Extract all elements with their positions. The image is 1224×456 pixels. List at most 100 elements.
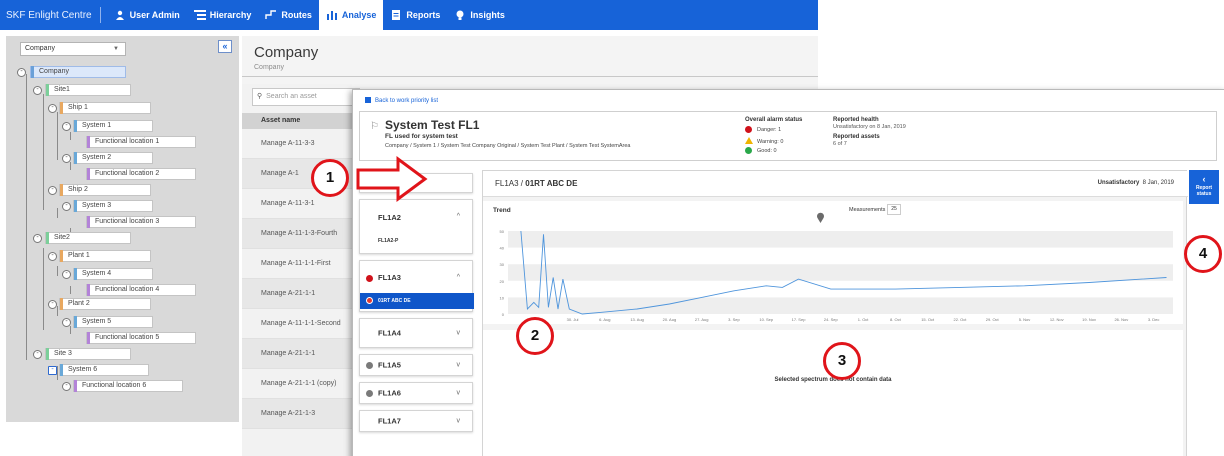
back-icon [365, 97, 371, 103]
asset-row[interactable]: Manage A-21-1-1 [242, 339, 352, 369]
tree-node[interactable]: Plant 1 [59, 250, 151, 262]
measurements-label: Measurements [849, 207, 886, 213]
report-status-button[interactable]: ‹ Report status [1189, 170, 1219, 204]
collapse-panel-button[interactable]: « [218, 40, 232, 53]
x-tick-label: 22. Oct [953, 317, 967, 322]
measurements-count-input[interactable]: 25 [887, 204, 901, 215]
fl-item-fl1a5[interactable]: FL1A5 v [359, 354, 473, 376]
nav-insights-label: Insights [470, 10, 505, 20]
tree-toggle[interactable]: - [33, 86, 42, 95]
annotation-marker-1: 1 [311, 159, 349, 197]
fl-child-label[interactable]: FL1A2-P [378, 238, 398, 244]
nav-hierarchy[interactable]: Hierarchy [187, 0, 259, 30]
tree-node[interactable]: Functional location 5 [86, 332, 196, 344]
tree-node[interactable]: Functional location 6 [73, 380, 183, 392]
tree-node[interactable]: Plant 2 [59, 298, 151, 310]
tree-node[interactable]: Functional location 4 [86, 284, 196, 296]
tree-node[interactable]: Functional location 1 [86, 136, 196, 148]
tree-node[interactable]: Site 3 [45, 348, 131, 360]
asset-row[interactable]: Manage A-11-1-1-First [242, 249, 352, 279]
tree-node[interactable]: System 5 [73, 316, 153, 328]
tree-node[interactable]: System 2 [73, 152, 153, 164]
chevron-up-icon: ^ [456, 274, 460, 281]
asset-row[interactable]: Manage A-21-1-3 [242, 399, 352, 429]
chevron-down-icon: v [456, 361, 461, 369]
asset-row[interactable]: Manage A-11-1-3-Fourth [242, 219, 352, 249]
nav-routes[interactable]: Routes [258, 0, 319, 30]
tree-toggle[interactable]: - [48, 104, 57, 113]
y-tick-label: 10 [500, 295, 505, 300]
tree-toggle[interactable]: - [33, 234, 42, 243]
tree-node[interactable]: Functional location 3 [86, 216, 196, 228]
y-tick-label: 40 [500, 246, 505, 251]
alarm-danger: Danger: 1 [745, 126, 781, 133]
x-tick-label: 10. Sep [759, 317, 774, 322]
tree-toggle[interactable]: - [62, 382, 71, 391]
fl-item-fl1a6[interactable]: FL1A6 v [359, 382, 473, 404]
tree-toggle[interactable]: - [33, 350, 42, 359]
reports-icon [392, 10, 401, 20]
alarm-good-label: Good: 0 [757, 148, 777, 154]
fl-item-label: FL1A5 [378, 360, 401, 370]
tree-connector [70, 162, 71, 170]
tree-connector [57, 366, 58, 380]
tree-node[interactable]: System 3 [73, 200, 153, 212]
tree-toggle[interactable]: - [62, 154, 71, 163]
chevron-up-icon: ^ [456, 213, 460, 220]
tree-toggle[interactable]: - [62, 270, 71, 279]
x-tick-label: 20. Aug [663, 317, 677, 322]
tree-node[interactable]: System 6 [59, 364, 149, 376]
tree-toggle[interactable]: - [62, 122, 71, 131]
fl-item-fl1a4[interactable]: FL1A4 v [359, 318, 473, 348]
tree-node[interactable]: System 4 [73, 268, 153, 280]
tree-node[interactable]: Functional location 2 [86, 168, 196, 180]
functional-location-list: FL1A2 ^ FL1A2-P FL1A3 ^ 01RT ABC DE FL1A… [359, 170, 480, 456]
x-tick-label: 24. Sep [824, 317, 839, 322]
nav-insights[interactable]: Insights [447, 0, 512, 30]
chart-path-prefix: FL1A3 / [495, 179, 526, 188]
tree-node[interactable]: System 1 [73, 120, 153, 132]
asset-row[interactable]: Manage A-11-3-3 [242, 129, 352, 159]
tree-toggle[interactable]: - [62, 202, 71, 211]
report-status-label: Report status [1195, 185, 1213, 197]
chart-header-bar: FL1A3 / 01RT ABC DE Unsatisfactory 8 Jan… [483, 171, 1188, 197]
fl-item-fl1a7[interactable]: FL1A7 v [359, 410, 473, 432]
tree-toggle[interactable]: - [62, 318, 71, 327]
tree-toggle[interactable]: - [48, 366, 57, 375]
tree-toggle[interactable]: - [48, 300, 57, 309]
alarm-warning: Warning: 0 [745, 137, 783, 145]
tree-node[interactable]: Site2 [45, 232, 131, 244]
annotation-marker-3: 3 [823, 342, 861, 380]
reported-health-heading: Reported health [833, 117, 879, 123]
info-icon [366, 362, 373, 369]
fl-item-fl1a2[interactable]: FL1A2 ^ FL1A2-P [359, 199, 473, 254]
company-selector[interactable]: Company ▼ [20, 42, 126, 56]
back-to-work-priority-link[interactable]: Back to work priority list [365, 97, 438, 104]
tree-toggle[interactable]: - [17, 68, 26, 77]
asset-search-input[interactable]: ⚲ Search an asset [252, 88, 360, 106]
chevron-left-icon: ‹ [1202, 174, 1206, 184]
fl-item-fl1a3[interactable]: FL1A3 ^ 01RT ABC DE [359, 260, 474, 312]
hierarchy-icon [193, 10, 206, 20]
fl-item-label: FL1A3 [378, 273, 401, 282]
company-selector-value: Company [25, 45, 55, 52]
selected-measurement-point[interactable]: 01RT ABC DE [360, 293, 474, 309]
nav-user-admin[interactable]: User Admin [107, 0, 187, 30]
tree-toggle[interactable]: - [48, 186, 57, 195]
nav-user-admin-label: User Admin [129, 10, 180, 20]
asset-row[interactable]: Manage A-21-1-1 (copy) [242, 369, 352, 399]
alarm-danger-label: Danger: 1 [757, 127, 782, 133]
tree-node[interactable]: Company [30, 66, 126, 78]
asset-row[interactable]: Manage A-11-1-1-Second [242, 309, 352, 339]
asset-row[interactable]: Manage A-21-1-1 [242, 279, 352, 309]
trend-chart[interactable]: 0 10 20 30 40 50 30. Jul 6. Aug 13. Aug 20. Aug 27… [483, 201, 1183, 324]
info-icon [366, 390, 373, 397]
tree-node[interactable]: Ship 1 [59, 102, 151, 114]
tree-toggle[interactable]: - [48, 252, 57, 261]
tree-node[interactable]: Ship 2 [59, 184, 151, 196]
x-tick-label: 30. Jul [567, 317, 579, 322]
tree-node[interactable]: Site1 [45, 84, 131, 96]
nav-reports[interactable]: Reports [383, 0, 447, 30]
nav-analyse[interactable]: Analyse [318, 0, 384, 30]
flag-icon[interactable]: ⚐ [370, 121, 379, 132]
